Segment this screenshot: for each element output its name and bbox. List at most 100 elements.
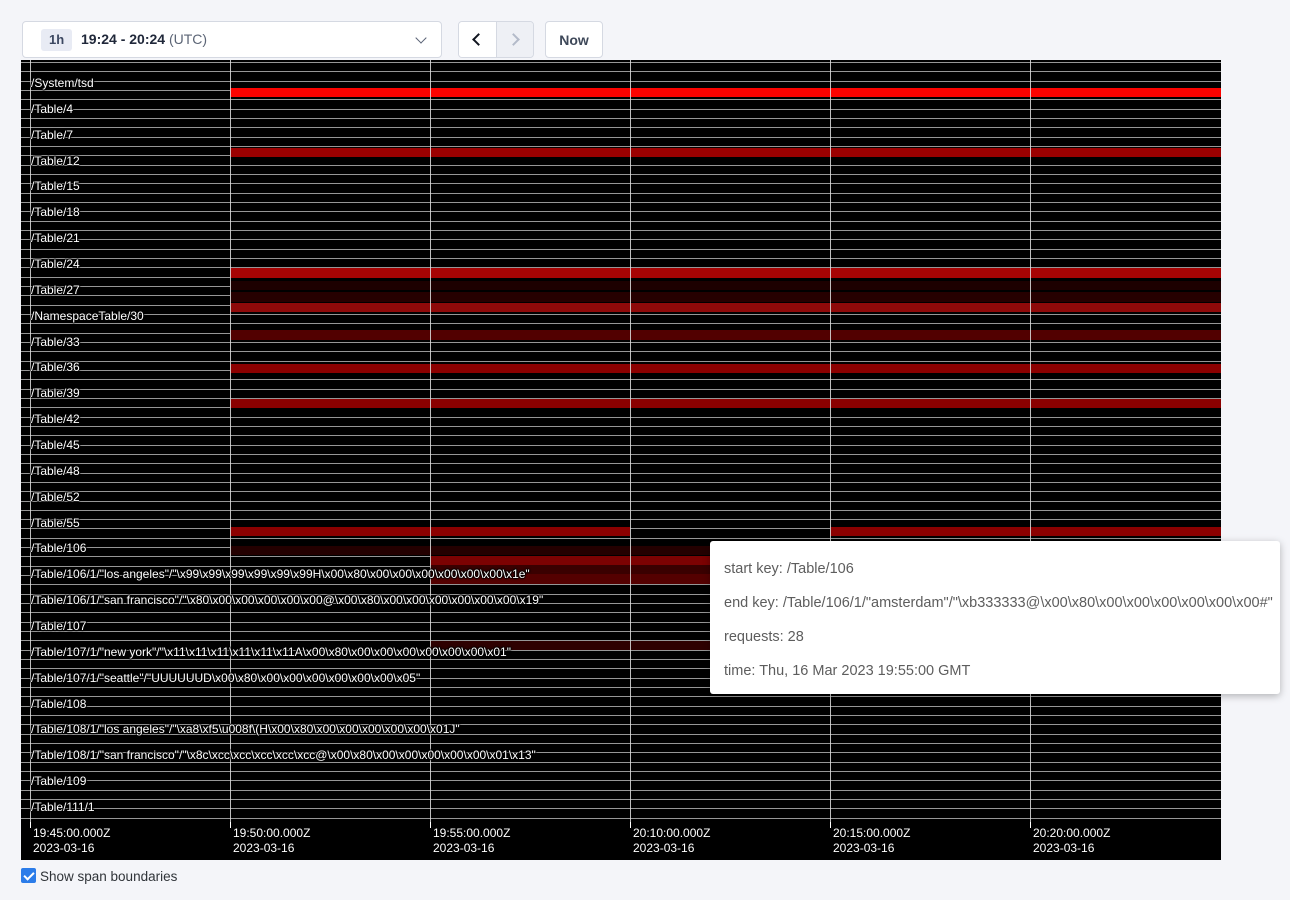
row-label: /Table/27: [31, 283, 80, 297]
span-boundary-line: [21, 193, 1221, 194]
axis-tick: [830, 822, 831, 828]
span-boundary-line: [21, 211, 1221, 212]
axis-label-date: 2023-03-16: [833, 841, 894, 855]
row-label: /Table/107: [31, 619, 86, 633]
span-boundary-line: [21, 109, 1221, 110]
span-boundary-line: [21, 501, 1221, 502]
row-label: /Table/106/1/"los angeles"/"\x99\x99\x99…: [31, 567, 530, 581]
time-zone-label: (UTC): [169, 31, 207, 47]
row-label: /Table/15: [31, 179, 80, 193]
duration-badge: 1h: [41, 29, 72, 51]
span-boundary-line: [21, 361, 1221, 362]
span-boundary-line: [21, 249, 1221, 250]
span-boundary-line: [21, 323, 1221, 324]
key-visualizer-heatmap[interactable]: 19:45:00.000Z2023-03-1619:50:00.000Z2023…: [21, 60, 1221, 860]
span-boundary-line: [21, 799, 1221, 800]
span-boundary-line: [21, 696, 1221, 697]
axis-label-time: 20:15:00.000Z: [833, 826, 910, 840]
axis-label-date: 2023-03-16: [33, 841, 94, 855]
span-boundary-line: [21, 314, 1221, 315]
axis-label-time: 19:55:00.000Z: [433, 826, 510, 840]
span-boundary-line: [21, 221, 1221, 222]
span-boundary-line: [21, 146, 1221, 147]
span-boundary-line: [21, 715, 1221, 716]
span-boundary-line: [21, 127, 1221, 128]
span-boundary-line: [21, 463, 1221, 464]
heat-band[interactable]: [230, 281, 1221, 290]
time-gridline: [430, 60, 431, 822]
time-range-value: 19:24 - 20:24: [81, 31, 165, 47]
axis-label-date: 2023-03-16: [233, 841, 294, 855]
now-button[interactable]: Now: [545, 21, 603, 58]
heat-band[interactable]: [230, 303, 1221, 312]
axis-tick: [1030, 822, 1031, 828]
prev-time-button[interactable]: [459, 22, 496, 57]
tooltip-end-key: end key: /Table/106/1/"amsterdam"/"\xb33…: [724, 586, 1266, 620]
span-boundary-line: [21, 351, 1221, 352]
span-boundary-line: [21, 379, 1221, 380]
row-label: /Table/55: [31, 516, 80, 530]
heat-band[interactable]: [230, 148, 1221, 157]
tooltip-time: time: Thu, 16 Mar 2023 19:55:00 GMT: [724, 654, 1266, 688]
span-boundary-line: [21, 538, 1221, 539]
span-boundary-line: [21, 780, 1221, 781]
row-label: /Table/39: [31, 386, 80, 400]
span-boundary-line: [21, 239, 1221, 240]
span-boundary-line: [21, 771, 1221, 772]
row-label: /Table/45: [31, 438, 80, 452]
span-boundary-line: [21, 426, 1221, 427]
hover-tooltip: start key: /Table/106 end key: /Table/10…: [710, 541, 1280, 694]
heat-band[interactable]: [830, 527, 1221, 536]
row-label: /System/tsd: [31, 76, 94, 90]
row-label: /Table/7: [31, 128, 73, 142]
row-label: /Table/106/1/"san francisco"/"\x80\x00\x…: [31, 593, 543, 607]
time-gridline: [1030, 60, 1031, 822]
time-range-select[interactable]: 1h 19:24 - 20:24 (UTC): [22, 21, 442, 58]
span-boundary-line: [21, 174, 1221, 175]
span-boundary-line: [21, 482, 1221, 483]
key-visualizer-page: 1h 19:24 - 20:24 (UTC) Now 19:45:00.000Z…: [0, 0, 1290, 900]
row-label: /Table/108/1/"los angeles"/"\xa8\xf5\u00…: [31, 722, 460, 736]
heat-band[interactable]: [230, 330, 1221, 340]
time-range-text: 19:24 - 20:24 (UTC): [81, 31, 207, 47]
span-boundary-line: [21, 510, 1221, 511]
axis-label-date: 2023-03-16: [1033, 841, 1094, 855]
heat-band[interactable]: [230, 88, 1221, 97]
span-boundary-line: [21, 118, 1221, 119]
chevron-down-icon: [415, 32, 426, 43]
span-boundary-line: [21, 71, 1221, 72]
heat-band[interactable]: [230, 268, 1221, 278]
row-label: /Table/4: [31, 102, 73, 116]
axis-tick: [630, 822, 631, 828]
row-label: /Table/36: [31, 360, 80, 374]
tooltip-requests: requests: 28: [724, 620, 1266, 654]
row-label: /Table/21: [31, 231, 80, 245]
span-boundary-line: [21, 183, 1221, 184]
row-label: /Table/33: [31, 335, 80, 349]
next-time-button[interactable]: [496, 22, 533, 57]
span-boundary-line: [21, 519, 1221, 520]
time-gridline: [630, 60, 631, 822]
show-span-boundaries-checkbox[interactable]: [21, 868, 36, 883]
row-label: /Table/42: [31, 412, 80, 426]
span-boundary-line: [21, 230, 1221, 231]
span-boundary-line: [21, 165, 1221, 166]
chevron-left-icon: [473, 33, 486, 46]
row-label: /Table/18: [31, 205, 80, 219]
time-nav-group: [458, 21, 534, 58]
axis-label-date: 2023-03-16: [633, 841, 694, 855]
span-boundary-line: [21, 417, 1221, 418]
span-boundary-line: [21, 202, 1221, 203]
heat-band[interactable]: [230, 292, 1221, 302]
span-boundary-line: [21, 389, 1221, 390]
row-label: /Table/24: [31, 257, 80, 271]
axis-tick: [230, 822, 231, 828]
time-gridline: [830, 60, 831, 822]
row-label: /Table/52: [31, 490, 80, 504]
heat-band[interactable]: [230, 364, 1221, 373]
span-boundary-line: [21, 743, 1221, 744]
tooltip-start-key: start key: /Table/106: [724, 552, 1266, 586]
span-boundary-line: [21, 706, 1221, 707]
time-gridline: [230, 60, 231, 822]
heat-band[interactable]: [230, 399, 1221, 408]
